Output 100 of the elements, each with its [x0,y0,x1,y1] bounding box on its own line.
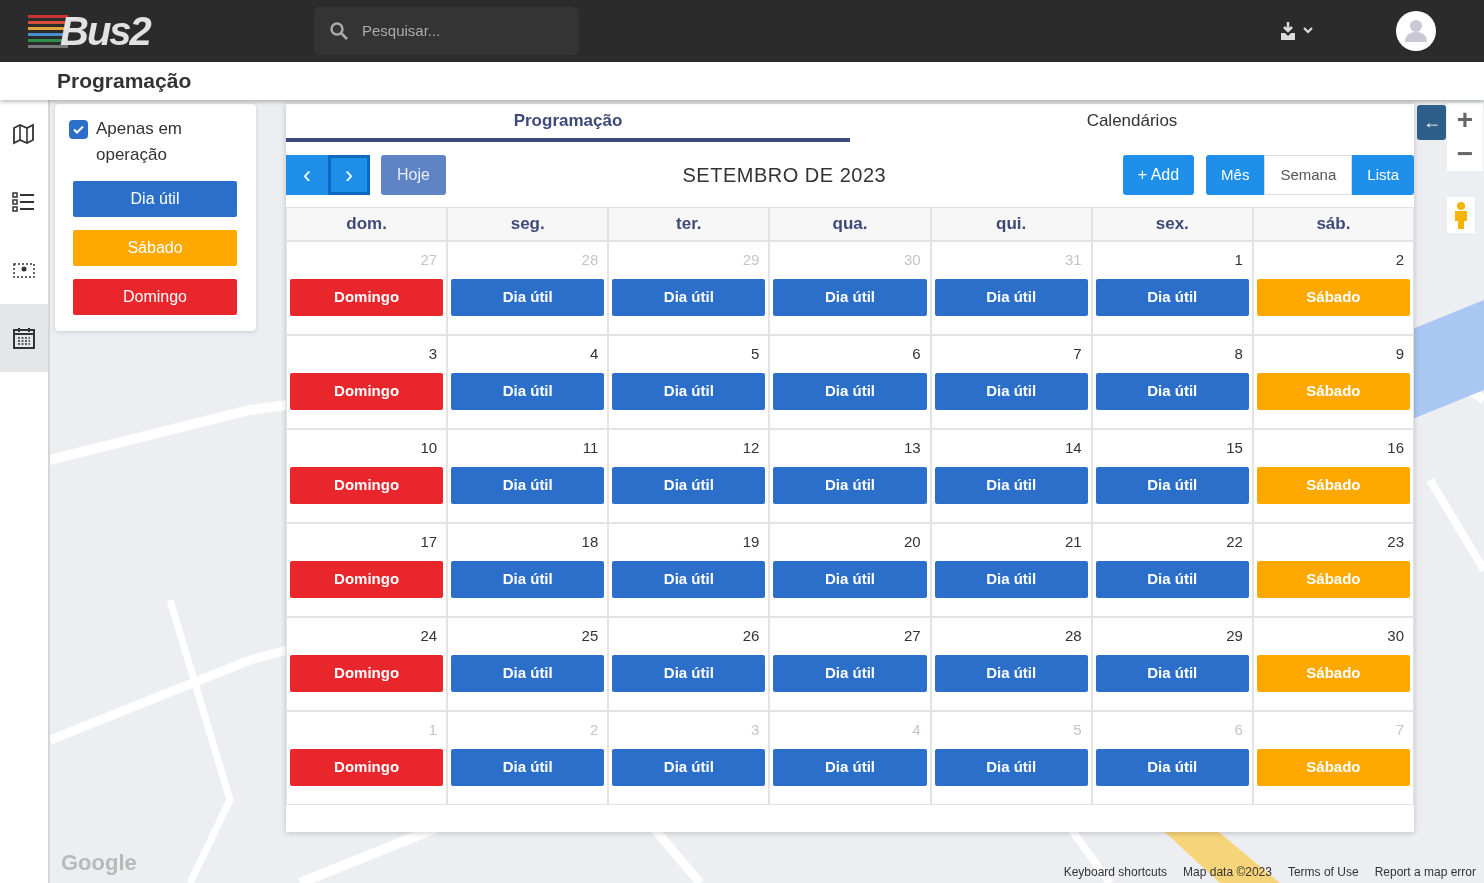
back-button[interactable]: ← [1417,105,1446,140]
day-number: 14 [1065,438,1083,458]
calendar-event[interactable]: Dia útil [773,655,927,692]
day-number: 16 [1387,438,1405,458]
calendar-event[interactable]: Dia útil [612,655,766,692]
weekday-header: dom. [286,207,448,241]
calendar-event[interactable]: Dia útil [612,749,766,786]
day-number: 2 [589,720,600,740]
day-number: 23 [1387,532,1405,552]
map-footer-link[interactable]: Keyboard shortcuts [1063,863,1168,881]
calendar-event[interactable]: Dia útil [934,373,1088,410]
previous-button[interactable]: ‹ [286,155,328,195]
calendar-event[interactable]: Dia útil [612,467,766,504]
calendar-event[interactable]: Dia útil [1095,655,1249,692]
day-number: 28 [581,250,600,270]
calendar-event[interactable]: Dia útil [1095,561,1249,598]
calendar-event[interactable]: Dia útil [451,561,605,598]
legend-item[interactable]: Domingo [73,279,237,315]
calendar-event[interactable]: Dia útil [451,373,605,410]
search-field[interactable]: Pesquisar... [360,18,560,44]
map-footer-link[interactable]: Report a map error [1374,863,1476,881]
day-number: 11 [582,438,600,458]
day-number: 6 [912,344,922,364]
calendar-event[interactable]: Dia útil [773,467,927,504]
calendar-event[interactable]: Dia útil [612,279,766,316]
next-button[interactable]: › [328,155,370,195]
calendar-event[interactable]: Dia útil [451,467,605,504]
weekday-header: ter. [608,207,770,241]
day-number: 5 [751,344,761,364]
view-button[interactable]: Lista [1352,155,1414,195]
day-number: 27 [420,250,439,270]
search-icon [330,22,348,40]
day-number: 5 [1073,720,1083,740]
map-footer-link[interactable]: Terms of Use [1287,863,1359,881]
calendar-event[interactable]: Domingo [290,373,444,410]
day-number: 28 [1065,626,1083,646]
calendar-event[interactable]: Dia útil [1095,467,1249,504]
calendar-event[interactable]: Domingo [290,655,444,692]
list-icon [12,190,36,214]
day-number: 18 [581,532,600,552]
calendar-event[interactable]: Dia útil [612,561,766,598]
avatar-icon[interactable] [1396,11,1436,51]
day-number: 3 [428,344,439,364]
view-button[interactable]: Mês [1206,155,1265,195]
day-number: 4 [589,344,600,364]
calendar-event[interactable]: Domingo [290,561,444,598]
tab[interactable]: Programação [286,104,850,142]
calendar-event[interactable]: Dia útil [773,561,927,598]
day-number: 21 [1065,532,1083,552]
today-button[interactable]: Hoje [381,155,446,195]
calendar-event[interactable]: Dia útil [451,749,605,786]
day-number: 29 [742,250,761,270]
calendar-event[interactable]: Dia útil [451,655,605,692]
map-footer-link[interactable]: Map data ©2023 [1183,863,1272,881]
weekday-header: seg. [447,207,609,241]
download-menu-icon[interactable] [1280,21,1316,41]
day-number: 4 [912,720,922,740]
tab[interactable]: Calendários [850,104,1414,142]
search-field[interactable]: Pesquisar... [314,7,579,55]
calendar-event[interactable]: Dia útil [934,655,1088,692]
day-number: 25 [581,626,600,646]
calendar-event[interactable]: Domingo [290,749,444,786]
calendar-event[interactable]: Domingo [290,279,444,316]
view-button[interactable]: Semana [1264,155,1353,195]
calendar-event[interactable]: Dia útil [773,279,927,316]
weekday-header: qua. [769,207,931,241]
weekday-header: qui. [930,207,1092,241]
calendar-event[interactable]: Dia útil [934,467,1088,504]
map-brand: Google [61,849,137,877]
day-number: 3 [751,720,761,740]
calendar-event[interactable]: Dia útil [934,279,1088,316]
calendar-event[interactable]: Dia útil [773,749,927,786]
day-number: 27 [903,626,922,646]
day-number: 26 [742,626,761,646]
day-number: 24 [420,626,439,646]
pegman-icon [1454,201,1468,229]
day-number: 6 [1234,720,1244,740]
day-number: 12 [742,438,761,458]
logo[interactable]: Bus2 [60,11,150,51]
day-number: 22 [1226,532,1244,552]
legend-item[interactable]: Dia útil [73,181,237,217]
calendar-event[interactable]: Dia útil [612,373,766,410]
calendar-event[interactable]: Dia útil [1095,373,1249,410]
day-number: 15 [1226,438,1244,458]
checkbox[interactable] [69,120,88,139]
calendar-event[interactable]: Dia útil [1095,279,1249,316]
calendar-event[interactable]: Dia útil [1095,749,1249,786]
day-number: 30 [1387,626,1405,646]
day-number: 30 [903,250,922,270]
calendar-event[interactable]: Dia útil [773,373,927,410]
add-button[interactable]: + Add [1122,155,1195,195]
sidebar-item[interactable] [0,304,48,372]
calendar-event[interactable]: Dia útil [934,749,1088,786]
map-icon [12,122,36,146]
day-number: 29 [1226,626,1244,646]
day-number: 1 [1234,250,1244,270]
day-number: 17 [420,532,439,552]
calendar-event[interactable]: Dia útil [934,561,1088,598]
calendar-event[interactable]: Dia útil [451,279,605,316]
calendar-event[interactable]: Domingo [290,467,444,504]
